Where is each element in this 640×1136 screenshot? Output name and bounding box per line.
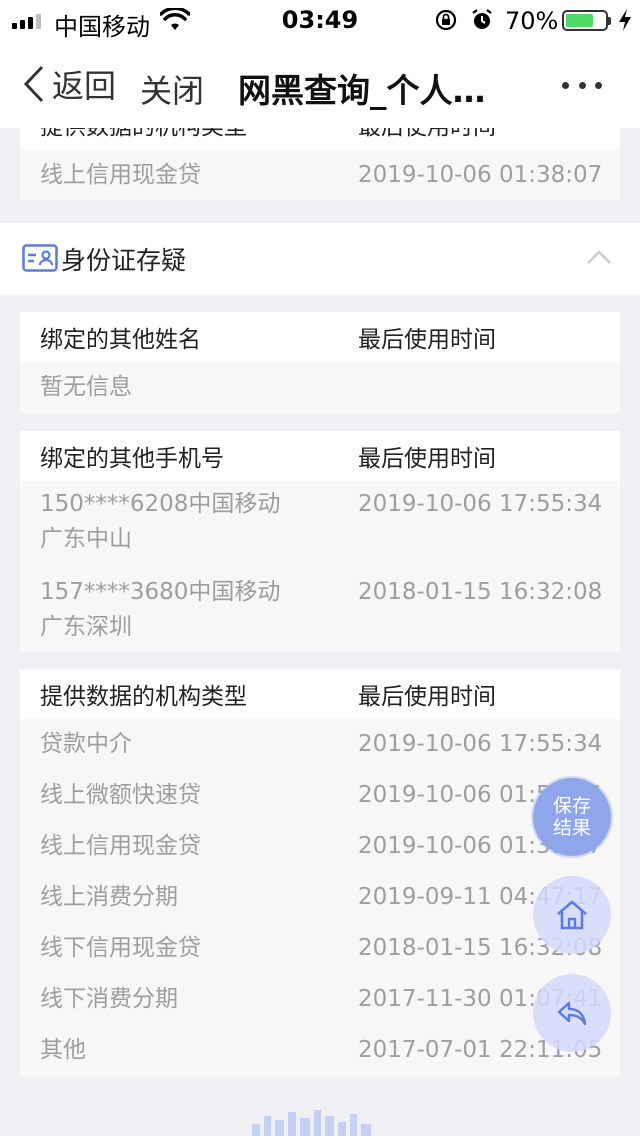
table-row: 线上信用现金贷 2019-10-06 01:38:07 <box>20 150 620 200</box>
org-type-cell: 线上消费分期 <box>40 884 178 910</box>
close-button[interactable]: 关闭 <box>140 66 204 112</box>
org-type-cell: 线下信用现金贷 <box>40 935 201 961</box>
phone-number: 157****3680中国移动 <box>40 579 281 605</box>
last-used-cell: 2019-10-06 01:38:07 <box>358 162 603 188</box>
table-header: 提供数据的机构类型 最后使用时间 <box>20 128 620 150</box>
org-type-cell: 线上信用现金贷 <box>40 162 201 188</box>
reply-icon <box>557 1001 587 1026</box>
save-result-button[interactable]: 保存结果 <box>533 778 611 856</box>
header-last-used: 最后使用时间 <box>358 128 620 141</box>
last-used-cell: 2018-01-15 16:32:08 <box>358 579 603 605</box>
home-button[interactable] <box>533 876 611 954</box>
battery-icon <box>562 10 608 31</box>
section-header-id-doubt[interactable]: 身份证存疑 <box>0 223 640 295</box>
rotation-lock-icon <box>435 9 457 31</box>
more-icon[interactable] <box>562 70 602 100</box>
header-last-used: 最后使用时间 <box>358 684 496 710</box>
table-row: 线下消费分期 2017-11-30 01:07:41 <box>20 974 620 1025</box>
other-names-table: 绑定的其他姓名 最后使用时间 暂无信息 <box>20 312 620 414</box>
org-type-cell: 线上微额快速贷 <box>40 782 201 808</box>
charging-icon <box>619 9 631 31</box>
table-row: 贷款中介 2019-10-06 17:55:34 <box>20 719 620 770</box>
table-row: 线上微额快速贷 2019-10-06 01:52:24 <box>20 770 620 821</box>
table-row: 线下信用现金贷 2018-01-15 16:32:08 <box>20 923 620 974</box>
org-type-cell: 线下消费分期 <box>40 986 178 1012</box>
table-row: 150****6208中国移动 广东中山 2019-10-06 17:55:34 <box>20 481 620 565</box>
header-other-names: 绑定的其他姓名 <box>40 327 201 353</box>
table-header: 提供数据的机构类型 最后使用时间 <box>20 669 620 719</box>
battery-percent: 70% <box>505 7 559 35</box>
org-type-cell: 线上信用现金贷 <box>40 833 201 859</box>
chevron-up-icon[interactable] <box>586 247 612 267</box>
phone-region: 广东中山 <box>40 526 132 552</box>
section-title: 身份证存疑 <box>61 246 187 275</box>
table-header: 绑定的其他姓名 最后使用时间 <box>20 312 620 362</box>
back-button[interactable]: 返回 <box>22 62 116 106</box>
header-org-type: 提供数据的机构类型 <box>20 128 358 141</box>
last-used-cell: 2019-10-06 17:55:34 <box>358 491 603 517</box>
table-row: 线上信用现金贷 2019-10-06 01:38:07 <box>20 821 620 872</box>
id-card-icon <box>22 244 58 272</box>
org-types-table: 提供数据的机构类型 最后使用时间 贷款中介 2019-10-06 17:55:3… <box>20 669 620 1077</box>
table-row: 其他 2017-07-01 22:11:05 <box>20 1025 620 1076</box>
header-last-used: 最后使用时间 <box>358 327 496 353</box>
phone-number: 150****6208中国移动 <box>40 491 281 517</box>
alarm-icon <box>472 9 492 29</box>
phone-cell: 150****6208中国移动 广东中山 <box>20 487 358 557</box>
phone-region: 广东深圳 <box>40 614 132 640</box>
table-header: 绑定的其他手机号 最后使用时间 <box>20 431 620 481</box>
city-skyline-illustration <box>252 1110 371 1136</box>
status-bar: 中国移动 03:49 70% <box>0 0 640 41</box>
reply-button[interactable] <box>533 974 611 1052</box>
navigation-bar: 返回 关闭 网黑查询_个人… <box>0 40 640 128</box>
phone-cell: 157****3680中国移动 广东深圳 <box>20 575 358 645</box>
save-result-label: 保存结果 <box>552 795 591 839</box>
table-row: 线上消费分期 2019-09-11 04:47:17 <box>20 872 620 923</box>
page-title: 网黑查询_个人… <box>238 71 486 110</box>
chevron-left-icon <box>23 65 44 103</box>
battery-cap <box>608 17 611 25</box>
table-row: 暂无信息 <box>20 362 620 413</box>
header-org-type: 提供数据的机构类型 <box>40 684 247 710</box>
header-other-phones: 绑定的其他手机号 <box>40 446 224 472</box>
last-used-cell: 2019-10-06 17:55:34 <box>358 731 603 757</box>
org-type-cell: 其他 <box>40 1037 86 1063</box>
home-icon <box>557 900 587 930</box>
table-row: 157****3680中国移动 广东深圳 2018-01-15 16:32:08 <box>20 565 620 653</box>
battery-level-fill <box>566 14 593 27</box>
header-last-used: 最后使用时间 <box>358 446 496 472</box>
empty-text: 暂无信息 <box>40 374 132 400</box>
back-label: 返回 <box>52 67 117 105</box>
other-phones-table: 绑定的其他手机号 最后使用时间 150****6208中国移动 广东中山 201… <box>20 431 620 652</box>
org-type-cell: 贷款中介 <box>40 731 132 757</box>
org-type-table-top: 提供数据的机构类型 最后使用时间 线上信用现金贷 2019-10-06 01:3… <box>20 128 620 200</box>
